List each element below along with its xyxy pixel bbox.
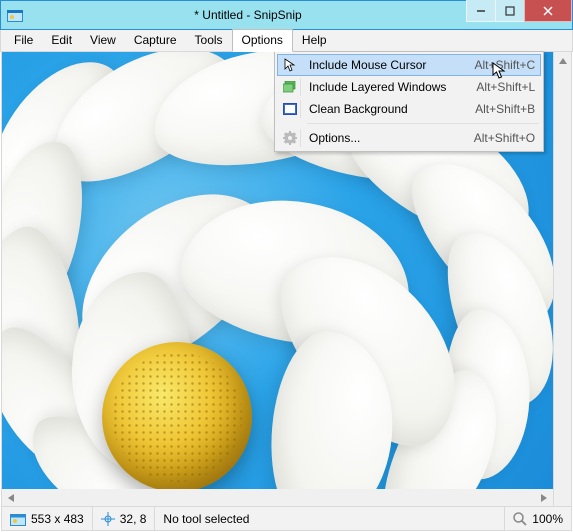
menu-item-accel: Alt+Shift+L	[466, 80, 535, 94]
menu-item-label: Options...	[309, 131, 464, 145]
menu-item-accel: Alt+Shift+C	[464, 58, 535, 72]
window-title: * Untitled - SnipSnip	[29, 1, 467, 29]
status-coords-value: 32, 8	[120, 512, 147, 526]
status-coordinates: 32, 8	[93, 507, 156, 530]
status-zoom-value: 100%	[532, 512, 563, 526]
menu-capture[interactable]: Capture	[125, 30, 186, 51]
status-size-value: 553 x 483	[31, 512, 84, 526]
scroll-up-arrow-icon[interactable]	[554, 52, 571, 70]
maximize-button[interactable]	[495, 0, 525, 22]
close-button[interactable]	[524, 0, 572, 22]
magnifier-icon	[513, 512, 527, 526]
minimize-button[interactable]	[466, 0, 496, 22]
menu-help[interactable]: Help	[293, 30, 336, 51]
image-size-icon	[10, 512, 26, 526]
menu-view[interactable]: View	[81, 30, 125, 51]
scroll-track[interactable]	[20, 489, 535, 506]
menu-tools[interactable]: Tools	[186, 30, 232, 51]
menu-item-accel: Alt+Shift+O	[464, 131, 535, 145]
system-buttons	[467, 0, 572, 22]
status-bar: 553 x 483 32, 8 No tool selected 100%	[1, 507, 572, 531]
menu-bar: File Edit View Capture Tools Options Hel…	[0, 30, 573, 52]
title-bar: * Untitled - SnipSnip	[0, 0, 573, 30]
status-tool: No tool selected	[155, 507, 505, 530]
status-image-size: 553 x 483	[2, 507, 93, 530]
menu-item-label: Include Layered Windows	[309, 80, 466, 94]
clean-bg-icon	[279, 100, 301, 118]
menu-item-accel: Alt+Shift+B	[465, 102, 535, 116]
menu-options[interactable]: Options	[232, 29, 293, 52]
menu-include-mouse-cursor[interactable]: Include Mouse Cursor Alt+Shift+C	[277, 54, 541, 76]
vertical-scrollbar[interactable]	[553, 52, 571, 506]
status-tool-value: No tool selected	[163, 512, 249, 526]
menu-file[interactable]: File	[5, 30, 42, 51]
menu-include-layered-windows[interactable]: Include Layered Windows Alt+Shift+L	[277, 76, 541, 98]
status-zoom: 100%	[505, 507, 571, 530]
menu-options-dialog[interactable]: Options... Alt+Shift+O	[277, 127, 541, 149]
app-icon	[1, 1, 29, 29]
options-dropdown: Include Mouse Cursor Alt+Shift+C Include…	[274, 51, 544, 152]
gear-icon	[279, 129, 301, 147]
scroll-left-arrow-icon[interactable]	[2, 489, 20, 506]
scroll-track[interactable]	[554, 70, 571, 488]
menu-item-label: Clean Background	[309, 102, 465, 116]
scroll-right-arrow-icon[interactable]	[535, 489, 553, 506]
cursor-icon	[279, 56, 301, 74]
menu-item-label: Include Mouse Cursor	[309, 58, 464, 72]
menu-edit[interactable]: Edit	[42, 30, 81, 51]
layered-icon	[279, 78, 301, 96]
crosshair-icon	[101, 512, 115, 526]
menu-separator	[307, 123, 539, 124]
horizontal-scrollbar[interactable]	[1, 489, 554, 507]
scroll-corner	[554, 489, 572, 507]
menu-clean-background[interactable]: Clean Background Alt+Shift+B	[277, 98, 541, 120]
